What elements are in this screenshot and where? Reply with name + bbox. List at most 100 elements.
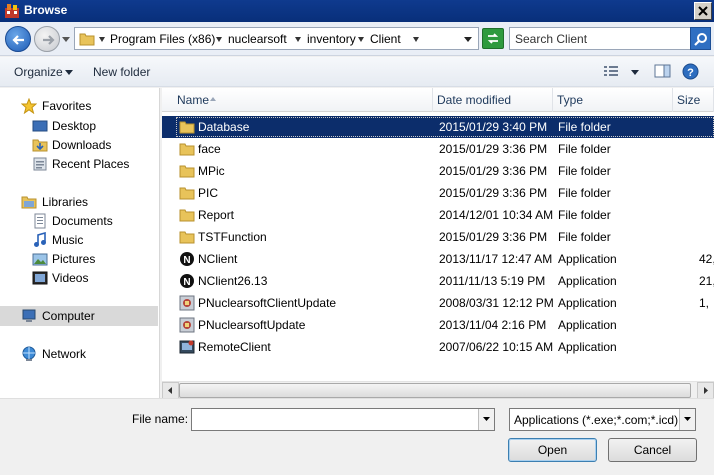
view-options-icon[interactable] (603, 63, 621, 79)
breadcrumb-chevron-icon[interactable] (295, 37, 301, 42)
nav-label: Network (42, 347, 87, 361)
breadcrumb-nuclearsoft[interactable]: nuclearsoft (228, 32, 287, 46)
column-name-label: Name (177, 93, 210, 107)
preview-pane-icon[interactable] (654, 63, 671, 79)
nav-pictures[interactable]: Pictures (0, 249, 158, 269)
forward-arrow-icon (43, 35, 55, 45)
file-row[interactable]: face 2015/01/29 3:36 PM File folder (162, 138, 714, 160)
star-icon (21, 98, 37, 114)
file-name: NClient (198, 252, 238, 266)
file-row[interactable]: PNuclearsoftClientUpdate 2008/03/31 12:12… (162, 292, 714, 314)
file-date: 2015/01/29 3:36 PM (439, 230, 548, 244)
libraries-icon (21, 196, 37, 209)
file-type-select[interactable]: Applications (*.exe;*.com;*.icd) (509, 408, 696, 431)
breadcrumb-chevron-icon[interactable] (413, 37, 419, 42)
file-type: File folder (558, 186, 611, 200)
file-name: face (198, 142, 221, 156)
breadcrumb-inventory[interactable]: inventory (307, 32, 356, 46)
organize-dropdown-icon[interactable] (65, 70, 73, 75)
forward-button[interactable] (34, 26, 60, 52)
cancel-button[interactable]: Cancel (608, 438, 697, 462)
column-date-modified[interactable]: Date modified (433, 88, 553, 112)
nav-label: Recent Places (52, 157, 130, 171)
file-date: 2013/11/17 12:47 AM (439, 252, 553, 266)
file-row[interactable]: Database 2015/01/29 3:40 PM File folder (162, 116, 714, 138)
nav-computer[interactable]: Computer (0, 306, 158, 326)
file-date: 2015/01/29 3:40 PM (439, 120, 548, 134)
folder-icon (179, 185, 195, 201)
chevron-down-icon (483, 417, 490, 421)
nav-documents[interactable]: Documents (0, 211, 158, 231)
nav-network[interactable]: Network (0, 344, 158, 364)
breadcrumb-program-files[interactable]: Program Files (x86) (110, 32, 215, 46)
view-dropdown-icon[interactable] (631, 70, 639, 75)
address-history-dropdown-icon[interactable] (464, 37, 472, 42)
address-bar[interactable]: Program Files (x86) nuclearsoft inventor… (74, 27, 479, 50)
nav-libraries[interactable]: Libraries (0, 192, 158, 212)
nav-label: Desktop (52, 119, 97, 133)
update-app-icon (179, 317, 195, 333)
svg-text:N: N (183, 255, 190, 266)
file-row[interactable]: RemoteClient 2007/06/22 10:15 AM Applicati… (162, 336, 714, 358)
back-button[interactable] (5, 26, 31, 52)
recent-pages-dropdown[interactable] (62, 37, 70, 42)
column-header-row: Name Date modified Type Size (162, 88, 714, 112)
documents-icon (34, 213, 46, 229)
window-title: Browse (24, 3, 68, 17)
file-row[interactable]: PIC 2015/01/29 3:36 PM File folder (162, 182, 714, 204)
file-name: NClient26.13 (198, 274, 268, 288)
file-row[interactable]: MPic 2015/01/29 3:36 PM File folder (162, 160, 714, 182)
new-folder-button[interactable]: New folder (93, 65, 150, 79)
breadcrumb-client[interactable]: Client (370, 32, 401, 46)
app-n-icon: N (179, 273, 195, 289)
file-name-field[interactable] (191, 408, 495, 431)
scroll-thumb[interactable] (179, 383, 691, 398)
scroll-right-button[interactable] (697, 382, 714, 399)
folder-icon (79, 33, 95, 46)
nav-videos[interactable]: Videos (0, 268, 158, 288)
file-type: Application (558, 274, 617, 288)
file-row[interactable]: Report 2014/12/01 10:34 AM File folder (162, 204, 714, 226)
file-type: Application (558, 252, 617, 266)
music-icon (34, 232, 46, 247)
svg-text:N: N (183, 277, 190, 288)
column-size[interactable]: Size (673, 88, 714, 112)
app-n-icon: N (179, 251, 195, 267)
file-date: 2008/03/31 12:12 PM (439, 296, 554, 310)
file-size: 21, (699, 274, 714, 288)
file-name-dropdown-button[interactable] (478, 409, 494, 430)
help-icon[interactable]: ? (682, 63, 699, 80)
file-type: Application (558, 296, 617, 310)
scroll-left-button[interactable] (162, 382, 179, 399)
search-button[interactable] (690, 27, 711, 50)
scroll-right-icon (704, 387, 708, 394)
breadcrumb-chevron-icon[interactable] (358, 37, 364, 42)
breadcrumb-chevron-icon[interactable] (216, 37, 222, 42)
file-row[interactable]: N NClient 2013/11/17 12:47 AM Application 42… (162, 248, 714, 270)
refresh-button[interactable] (482, 28, 504, 49)
file-type-dropdown-button[interactable] (679, 409, 695, 430)
open-button[interactable]: Open (508, 438, 597, 462)
close-button[interactable] (694, 2, 712, 20)
column-type-label: Type (557, 93, 584, 107)
breadcrumb-chevron-icon[interactable] (99, 37, 105, 42)
search-icon (694, 33, 707, 46)
organize-menu[interactable]: Organize (14, 65, 63, 79)
file-name: PNuclearsoftUpdate (198, 318, 306, 332)
folder-icon (179, 207, 195, 223)
nav-label: Favorites (42, 99, 92, 113)
column-type[interactable]: Type (553, 88, 673, 112)
nav-downloads[interactable]: Downloads (0, 135, 158, 155)
nav-favorites[interactable]: Favorites (0, 96, 158, 116)
file-row[interactable]: N NClient26.13 2011/11/13 5:19 PM Applicati… (162, 270, 714, 292)
column-name[interactable]: Name (162, 88, 433, 112)
file-name: TSTFunction (198, 230, 267, 244)
nav-recent-places[interactable]: Recent Places (0, 154, 158, 174)
nav-music[interactable]: Music (0, 230, 158, 250)
file-row[interactable]: PNuclearsoftUpdate 2013/11/04 2:16 PM Appl… (162, 314, 714, 336)
refresh-icon (487, 33, 499, 44)
search-input[interactable]: Search Client (509, 27, 691, 50)
horizontal-scrollbar[interactable] (162, 381, 714, 399)
file-row[interactable]: TSTFunction 2015/01/29 3:36 PM File folder (162, 226, 714, 248)
nav-desktop[interactable]: Desktop (0, 116, 158, 136)
